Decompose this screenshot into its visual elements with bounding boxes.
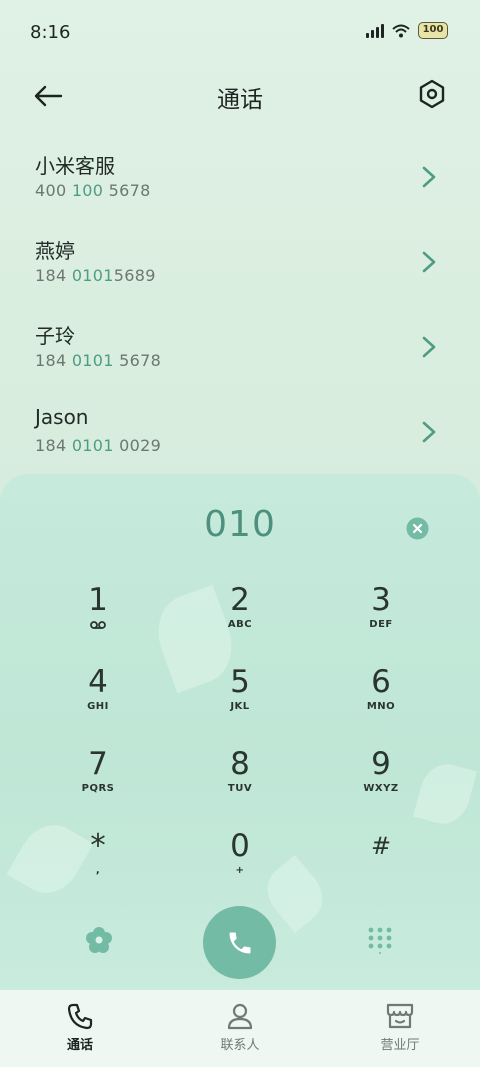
contact-name: 子玲 [35, 324, 75, 348]
key-digit: 1 [88, 582, 108, 618]
battery-icon: 100 [418, 22, 448, 39]
contact-number: 184 01015689 [35, 266, 156, 285]
nav-tab-calls[interactable]: 通话 [0, 990, 160, 1067]
clear-icon[interactable] [406, 517, 429, 540]
key-2[interactable]: 2 ABC [180, 582, 300, 652]
key-digit: 2 [230, 582, 250, 618]
phone-icon [67, 1003, 93, 1030]
key-digit: 4 [88, 664, 108, 700]
key-digit: 9 [371, 746, 391, 782]
phone-icon [229, 932, 250, 953]
contact-number: 400 100 5678 [35, 181, 151, 200]
nav-label: 通话 [66, 1038, 93, 1053]
key-5[interactable]: 5 JKL [180, 664, 300, 734]
header: 通话 [0, 68, 480, 124]
person-icon [227, 1003, 253, 1030]
chevron-right-icon[interactable] [418, 247, 440, 277]
contact-name: 小米客服 [35, 154, 115, 178]
key-letters: PQRS [81, 783, 115, 794]
bottom-nav: 通话 联系人 营业厅 [0, 990, 480, 1067]
contact-row[interactable]: Jason 184 0101 0029 [0, 395, 480, 480]
key-star[interactable]: * , [38, 828, 158, 898]
contact-number: 184 0101 5678 [35, 351, 162, 370]
status-icons: 100 [366, 22, 448, 39]
key-digit: 8 [230, 746, 250, 782]
hexagon-settings-icon[interactable] [414, 76, 450, 112]
key-letters: ABC [227, 619, 253, 630]
key-letters: WXYZ [363, 783, 399, 794]
nav-tab-store[interactable]: 营业厅 [320, 990, 480, 1067]
key-letters: + [235, 865, 245, 876]
key-hash[interactable]: # [321, 828, 441, 898]
chevron-right-icon[interactable] [418, 162, 440, 192]
dialpad: 010 1 2 ABC 3 DEF 4 GHI 5 JKL 6 MNO 7 PQ… [0, 474, 480, 994]
store-icon [386, 1003, 414, 1029]
chevron-right-icon[interactable] [418, 417, 440, 447]
wifi-icon [392, 24, 410, 37]
status-bar: 8:16 100 [0, 0, 480, 68]
key-digit: 6 [371, 664, 391, 700]
key-letters: DEF [369, 619, 393, 630]
key-4[interactable]: 4 GHI [38, 664, 158, 734]
contact-row[interactable]: 燕婷 184 01015689 [0, 225, 480, 310]
key-9[interactable]: 9 WXYZ [321, 746, 441, 816]
key-letters: TUV [227, 783, 253, 794]
key-6[interactable]: 6 MNO [321, 664, 441, 734]
key-digit: 0 [230, 828, 250, 864]
key-letters: MNO [366, 701, 396, 712]
key-3[interactable]: 3 DEF [321, 582, 441, 652]
nav-label: 营业厅 [380, 1038, 420, 1053]
page-title: 通话 [217, 87, 263, 113]
key-digit: 3 [371, 582, 391, 618]
keypad-dots-icon[interactable] [366, 926, 394, 954]
key-letters: , [95, 865, 101, 876]
signal-icon [366, 23, 384, 38]
call-button[interactable] [203, 906, 276, 979]
contact-name: 燕婷 [35, 239, 75, 263]
key-7[interactable]: 7 PQRS [38, 746, 158, 816]
key-digit: * [90, 828, 106, 864]
chevron-right-icon[interactable] [418, 332, 440, 362]
key-digit: 5 [230, 664, 250, 700]
contact-name: Jason [35, 405, 89, 429]
key-1[interactable]: 1 [38, 582, 158, 652]
key-letters: JKL [230, 701, 250, 712]
contact-number: 184 0101 0029 [35, 436, 162, 455]
key-digit: # [370, 832, 392, 860]
key-letters: GHI [87, 701, 109, 712]
flower-icon[interactable] [85, 926, 113, 954]
key-digit: 7 [88, 746, 108, 782]
nav-tab-contacts[interactable]: 联系人 [160, 990, 320, 1067]
key-8[interactable]: 8 TUV [180, 746, 300, 816]
contact-row[interactable]: 子玲 184 0101 5678 [0, 310, 480, 395]
voicemail-icon [90, 621, 106, 629]
contact-row[interactable]: 小米客服 400 100 5678 [0, 140, 480, 225]
contact-list: 小米客服 400 100 5678 燕婷 184 01015689 子玲 184… [0, 140, 480, 480]
nav-label: 联系人 [220, 1038, 260, 1053]
key-0[interactable]: 0 + [180, 828, 300, 898]
status-time: 8:16 [30, 22, 71, 43]
